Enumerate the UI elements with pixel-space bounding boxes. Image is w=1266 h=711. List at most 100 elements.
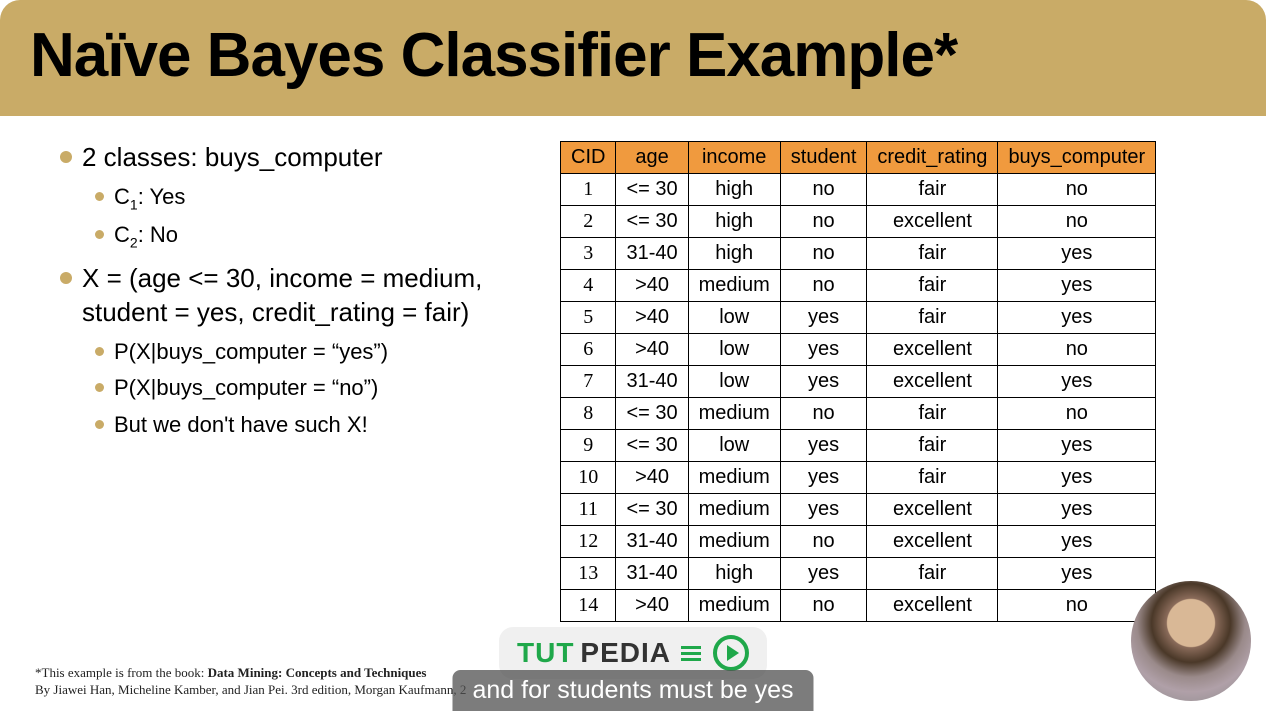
- table-cell: 31-40: [616, 558, 688, 590]
- table-cell: no: [998, 590, 1156, 622]
- play-icon: [713, 635, 749, 671]
- bullet-c2: C2: No: [95, 221, 540, 252]
- bullet-icon: [95, 420, 104, 429]
- table-cell: >40: [616, 334, 688, 366]
- table-cell: medium: [688, 398, 780, 430]
- table-cell: high: [688, 558, 780, 590]
- table-cell: no: [998, 206, 1156, 238]
- c-rest: : No: [138, 222, 178, 247]
- table-cell: yes: [780, 366, 867, 398]
- table-cell: 7: [561, 366, 616, 398]
- table-cell: <= 30: [616, 206, 688, 238]
- table-cell: no: [998, 174, 1156, 206]
- table-cell: >40: [616, 270, 688, 302]
- table-cell: <= 30: [616, 494, 688, 526]
- table-cell: excellent: [867, 526, 998, 558]
- c-rest: : Yes: [138, 184, 186, 209]
- presenter-avatar: [1131, 581, 1251, 701]
- table-cell: low: [688, 366, 780, 398]
- table-cell: yes: [998, 238, 1156, 270]
- table-cell: yes: [780, 462, 867, 494]
- table-cell: no: [780, 174, 867, 206]
- table-cell: no: [998, 398, 1156, 430]
- bullet-but: But we don't have such X!: [95, 411, 540, 440]
- table-cell: 31-40: [616, 526, 688, 558]
- table-cell: no: [780, 590, 867, 622]
- table-cell: yes: [998, 494, 1156, 526]
- table-cell: yes: [998, 430, 1156, 462]
- bullet-x: X = (age <= 30, income = medium, student…: [60, 262, 540, 330]
- table-row: 2<= 30highnoexcellentno: [561, 206, 1156, 238]
- table-cell: no: [780, 398, 867, 430]
- table-cell: >40: [616, 302, 688, 334]
- bullet-c1: C1: Yes: [95, 183, 540, 214]
- bullet-icon: [60, 151, 72, 163]
- table-cell: 12: [561, 526, 616, 558]
- table-cell: 10: [561, 462, 616, 494]
- bullet-text: C2: No: [114, 221, 178, 252]
- table-cell: low: [688, 334, 780, 366]
- bullet-text: 2 classes: buys_computer: [82, 141, 383, 175]
- footnote-text: *This example is from the book:: [35, 665, 208, 680]
- bullet-px-no: P(X|buys_computer = “no”): [95, 374, 540, 403]
- table-cell: 3: [561, 238, 616, 270]
- table-cell: low: [688, 302, 780, 334]
- table-cell: 2: [561, 206, 616, 238]
- table-cell: yes: [780, 558, 867, 590]
- footnote-line1: *This example is from the book: Data Min…: [35, 665, 466, 682]
- table-cell: fair: [867, 558, 998, 590]
- table-row: 331-40highnofairyes: [561, 238, 1156, 270]
- bullets-panel: 2 classes: buys_computer C1: Yes C2: No …: [60, 141, 560, 622]
- table-cell: medium: [688, 494, 780, 526]
- table-panel: CID age income student credit_rating buy…: [560, 141, 1156, 622]
- bullet-classes: 2 classes: buys_computer: [60, 141, 540, 175]
- table-cell: fair: [867, 238, 998, 270]
- table-cell: 5: [561, 302, 616, 334]
- c-label: C: [114, 184, 130, 209]
- table-cell: 13: [561, 558, 616, 590]
- bullet-text: But we don't have such X!: [114, 411, 368, 440]
- logo-tut-text: TUT: [517, 637, 574, 669]
- table-cell: medium: [688, 462, 780, 494]
- page-title: Naïve Bayes Classifier Example*: [30, 20, 1236, 91]
- table-row: 11<= 30mediumyesexcellentyes: [561, 494, 1156, 526]
- table-cell: 1: [561, 174, 616, 206]
- content-area: 2 classes: buys_computer C1: Yes C2: No …: [0, 116, 1266, 632]
- footnote-line2: By Jiawei Han, Micheline Kamber, and Jia…: [35, 682, 466, 699]
- bullet-text: P(X|buys_computer = “yes”): [114, 338, 388, 367]
- table-cell: no: [780, 526, 867, 558]
- speed-lines-icon: [681, 646, 701, 661]
- bullet-px-yes: P(X|buys_computer = “yes”): [95, 338, 540, 367]
- th-buys: buys_computer: [998, 142, 1156, 174]
- table-header-row: CID age income student credit_rating buy…: [561, 142, 1156, 174]
- table-cell: high: [688, 206, 780, 238]
- table-cell: no: [998, 334, 1156, 366]
- table-cell: <= 30: [616, 174, 688, 206]
- table-cell: <= 30: [616, 430, 688, 462]
- table-cell: yes: [998, 462, 1156, 494]
- table-cell: medium: [688, 590, 780, 622]
- table-cell: yes: [998, 366, 1156, 398]
- table-row: 6>40lowyesexcellentno: [561, 334, 1156, 366]
- table-row: 1331-40highyesfairyes: [561, 558, 1156, 590]
- table-cell: no: [780, 206, 867, 238]
- table-cell: yes: [780, 302, 867, 334]
- bullet-text: C1: Yes: [114, 183, 185, 214]
- logo-pedia-text: PEDIA: [580, 637, 671, 669]
- footnote-bold: Data Mining: Concepts and Techniques: [208, 665, 427, 680]
- table-cell: >40: [616, 590, 688, 622]
- c-label: C: [114, 222, 130, 247]
- bullet-icon: [95, 383, 104, 392]
- table-cell: 31-40: [616, 238, 688, 270]
- table-cell: excellent: [867, 206, 998, 238]
- table-cell: yes: [780, 334, 867, 366]
- c-subscript: 2: [130, 235, 138, 251]
- table-cell: low: [688, 430, 780, 462]
- bullet-icon: [95, 347, 104, 356]
- table-cell: yes: [998, 270, 1156, 302]
- bullet-icon: [95, 192, 104, 201]
- table-row: 14>40mediumnoexcellentno: [561, 590, 1156, 622]
- th-student: student: [780, 142, 867, 174]
- table-row: 8<= 30mediumnofairno: [561, 398, 1156, 430]
- table-row: 9<= 30lowyesfairyes: [561, 430, 1156, 462]
